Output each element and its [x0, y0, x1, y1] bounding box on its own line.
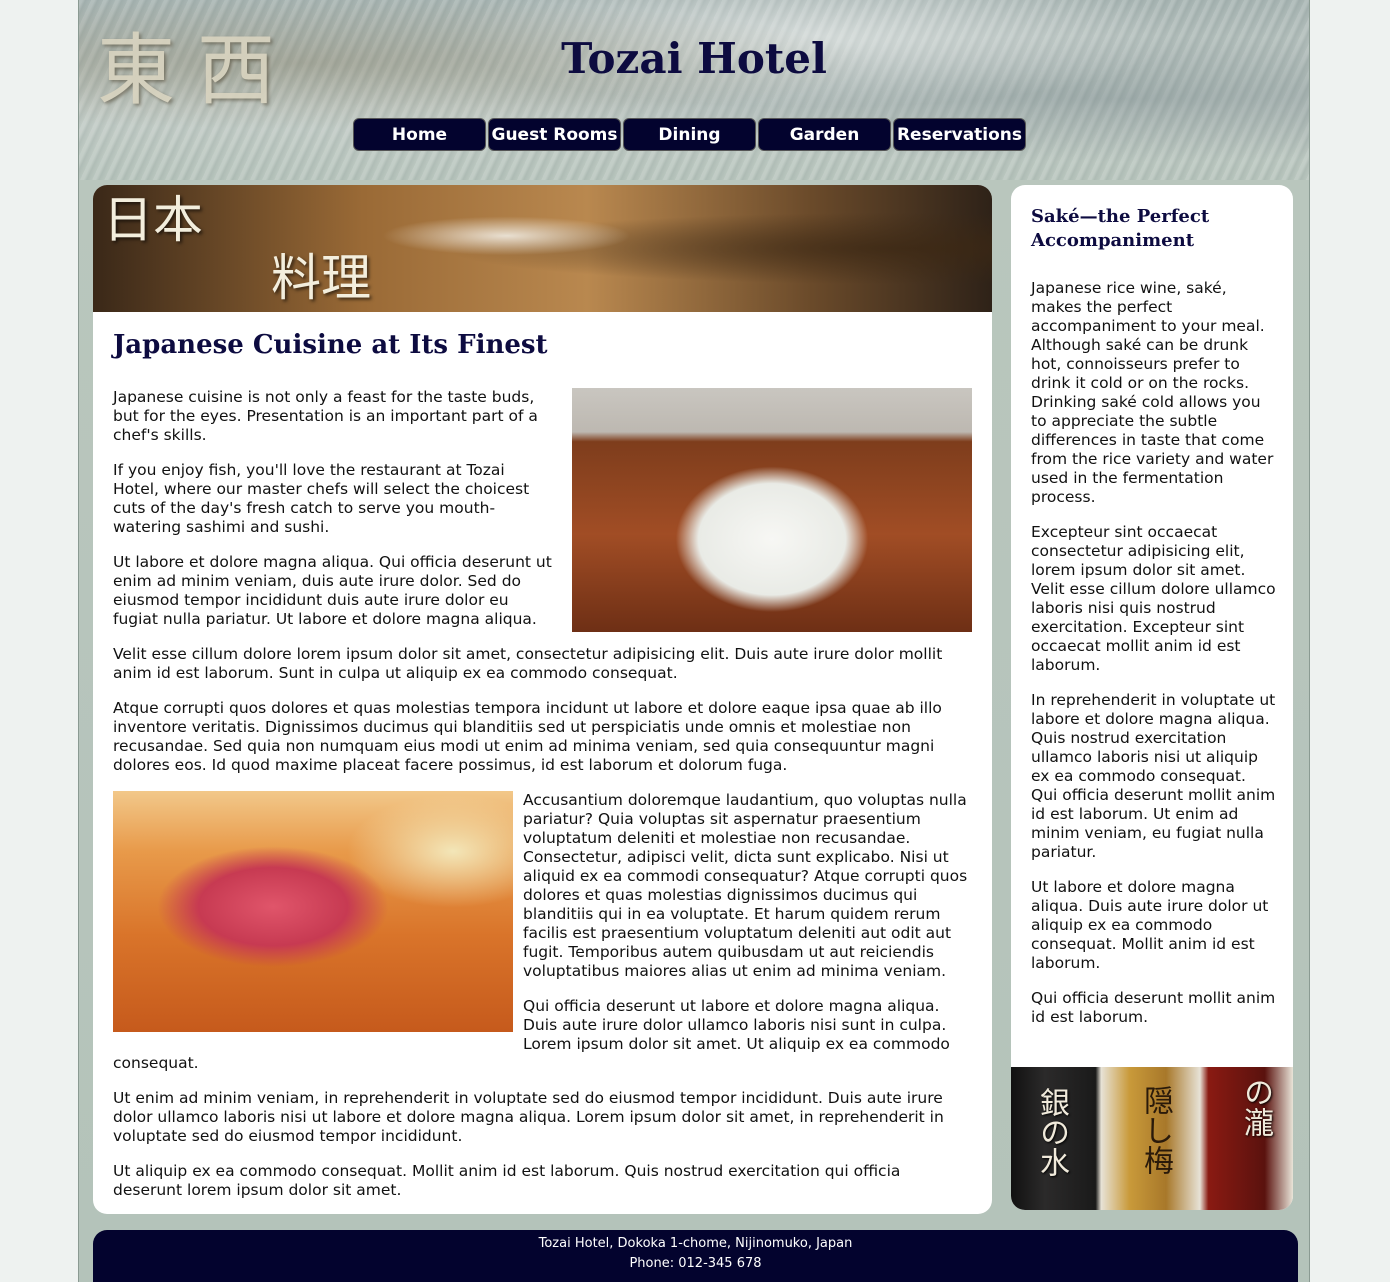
tuna-sushi-photo — [113, 791, 513, 1032]
dining-banner-image: 日本 料理 — [93, 185, 992, 312]
sidebar-content: Saké—the Perfect Accompaniment Japanese … — [1031, 205, 1276, 1043]
sashimi-plate-photo — [572, 388, 972, 632]
site-title: Tozai Hotel — [561, 34, 827, 83]
nav-guest-rooms[interactable]: Guest Rooms — [488, 118, 621, 151]
sidebar-paragraph: Japanese rice wine, saké, makes the perf… — [1031, 279, 1274, 506]
header: 東西 Tozai Hotel Home Guest Rooms Dining G… — [79, 0, 1309, 180]
banner-kanji-line1: 日本 — [103, 191, 203, 249]
banner-kanji: 日本 料理 — [103, 191, 371, 307]
bottle-label: 銀の水 — [1034, 1087, 1069, 1177]
sidebar-paragraph: Qui officia deserunt mollit anim id est … — [1031, 989, 1276, 1026]
page-heading: Japanese Cuisine at Its Finest — [113, 330, 548, 360]
paragraph: Ut enim ad minim veniam, in reprehenderi… — [113, 1089, 944, 1145]
bottle-label: の瀧 — [1238, 1077, 1273, 1137]
paragraph: Velit esse cillum dolore lorem ipsum dol… — [113, 645, 943, 682]
sake-bottles-photo: 銀の水 隠し梅 の瀧 — [1011, 1067, 1293, 1210]
main-nav: Home Guest Rooms Dining Garden Reservati… — [353, 118, 1026, 151]
paragraph: Ut aliquip ex ea commodo consequat. Moll… — [113, 1162, 901, 1199]
main-content-panel: 日本 料理 Japanese Cuisine at Its Finest Jap… — [93, 185, 992, 1214]
bottle-label: 隠し梅 — [1138, 1085, 1173, 1175]
nav-dining[interactable]: Dining — [623, 118, 756, 151]
sidebar-paragraph: Ut labore et dolore magna aliqua. Duis a… — [1031, 878, 1269, 972]
nav-garden[interactable]: Garden — [758, 118, 891, 151]
nav-reservations[interactable]: Reservations — [893, 118, 1026, 151]
page-wrapper: 東西 Tozai Hotel Home Guest Rooms Dining G… — [78, 0, 1310, 1282]
article: Japanese Cuisine at Its Finest Japanese … — [113, 312, 972, 1214]
footer-address: Tozai Hotel, Dokoka 1-chome, Nijinomuko,… — [538, 1236, 853, 1251]
sidebar-paragraph: In reprehenderit in voluptate ut labore … — [1031, 691, 1276, 861]
sidebar-heading: Saké—the Perfect Accompaniment — [1031, 206, 1210, 251]
sidebar-paragraph: Excepteur sint occaecat consectetur adip… — [1031, 523, 1276, 674]
footer-phone: Phone: 012-345 678 — [629, 1256, 762, 1271]
footer: Tozai Hotel, Dokoka 1-chome, Nijinomuko,… — [93, 1230, 1298, 1282]
banner-kanji-line2: 料理 — [271, 249, 371, 307]
nav-home[interactable]: Home — [353, 118, 486, 151]
sake-sidebar: Saké—the Perfect Accompaniment Japanese … — [1011, 185, 1293, 1210]
paragraph: Atque corrupti quos dolores et quas mole… — [113, 699, 942, 774]
